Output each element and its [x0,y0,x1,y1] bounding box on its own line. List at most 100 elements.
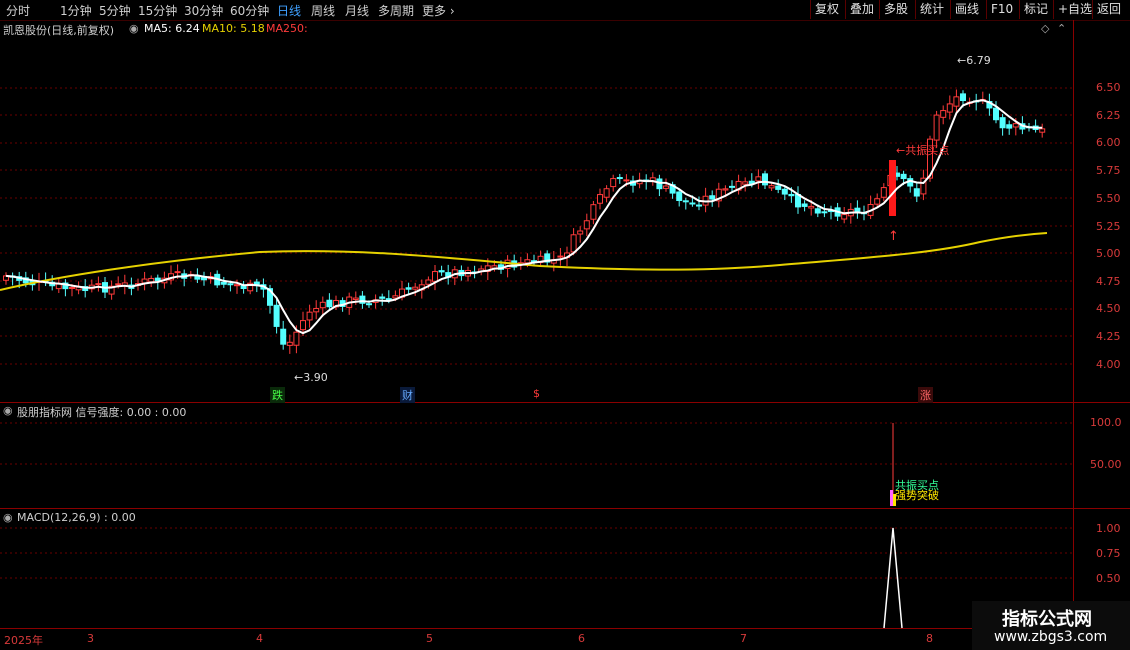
high-annotation: ←6.79 [957,54,991,67]
candle-body [900,173,907,180]
candle-body [788,193,795,197]
candle-body [306,311,313,321]
candle-body [95,283,102,286]
candle-body [1006,124,1013,129]
candle-body [432,271,438,282]
candle-body [326,299,333,308]
candle-body [352,297,359,300]
candle-body [293,331,300,346]
candle-body [880,187,887,198]
date-year-label: 2025年 [4,634,43,647]
candle-body [682,200,689,203]
candle-body [960,93,966,102]
candle-body [194,275,201,280]
candle-body [313,307,320,313]
candle-body [623,179,630,182]
candle-body [154,277,161,282]
candle-body [392,295,399,299]
date-month-label: 3 [87,632,94,645]
candle-body [940,110,947,118]
ma5-line [5,99,1043,335]
candle-body [953,96,960,107]
candle-body [570,234,577,253]
candle-body [768,185,775,189]
candle-body [663,185,669,189]
candle-body [273,304,280,327]
candle-body [319,301,326,309]
candle-body [69,287,75,290]
candle-body [524,259,531,264]
watermark: 指标公式网 www.zbgs3.com [972,601,1130,650]
candle-body [577,230,584,235]
candle-body [616,177,623,180]
candle-body [280,328,287,345]
signal-candle [889,160,896,216]
candle-body [438,270,445,273]
candle-body [557,255,564,258]
candle-body [1012,123,1019,128]
candle-body [412,286,419,290]
candle-body [775,185,782,190]
candle-body [583,220,590,230]
candle-body [993,107,999,121]
candle-body [405,287,412,290]
candle-body [379,296,386,299]
candle-body [115,283,122,286]
event-marker-dollar[interactable]: $ [531,387,542,400]
candle-body [366,303,372,306]
candle-body [227,283,234,286]
candle-body [781,188,788,195]
candle-body [174,271,181,274]
candle-body [425,279,432,285]
candle-body [603,188,610,198]
date-month-label: 5 [426,632,433,645]
candle-body [385,298,392,301]
candle-body [841,214,848,220]
candle-body [220,281,227,285]
signal-buy-label: 共振买点 [905,144,950,157]
candle-body [821,211,828,214]
candle-body [286,341,293,346]
signal-bar [890,490,893,506]
candle-body [656,178,663,190]
candle-body [742,181,749,185]
arrow-left-icon: ← [896,144,906,157]
date-month-label: 8 [926,632,933,645]
candle-body [676,191,683,201]
candle-body [590,204,597,220]
candle-body [946,103,953,113]
arrow-left-icon: ← [957,54,967,67]
candle-body [933,114,940,141]
candle-body [696,204,702,207]
kline-chart[interactable] [0,0,1130,650]
candle-body [729,185,735,188]
candle-body [913,188,920,197]
candle-body [999,117,1006,129]
signal-annotation: ←共振买点 [896,142,949,158]
candle-body [801,203,808,207]
event-marker-up[interactable]: 涨 [918,387,933,403]
event-marker-down[interactable]: 跌 [270,387,285,403]
indicator-break-label: 强势突破 [895,489,939,502]
low-price-label: 3.90 [303,371,328,384]
watermark-url: www.zbgs3.com [994,629,1108,645]
date-month-label: 4 [256,632,263,645]
candle-body [709,195,716,200]
candle-body [1039,128,1046,133]
candle-body [300,320,306,331]
date-month-label: 7 [740,632,747,645]
arrow-up-icon: ↑ [888,229,899,244]
candle-body [808,205,815,209]
event-marker-finance[interactable]: 财 [400,387,415,403]
candle-body [762,173,768,186]
candle-body [722,188,729,191]
candle-body [874,198,881,205]
watermark-title: 指标公式网 [1002,609,1092,630]
low-annotation: ←3.90 [294,371,328,384]
arrow-left-icon: ← [294,371,304,384]
candle-body [814,208,821,214]
date-month-label: 6 [578,632,585,645]
candle-body [689,202,696,205]
high-price-label: 6.79 [966,54,991,67]
candle-body [234,284,240,287]
